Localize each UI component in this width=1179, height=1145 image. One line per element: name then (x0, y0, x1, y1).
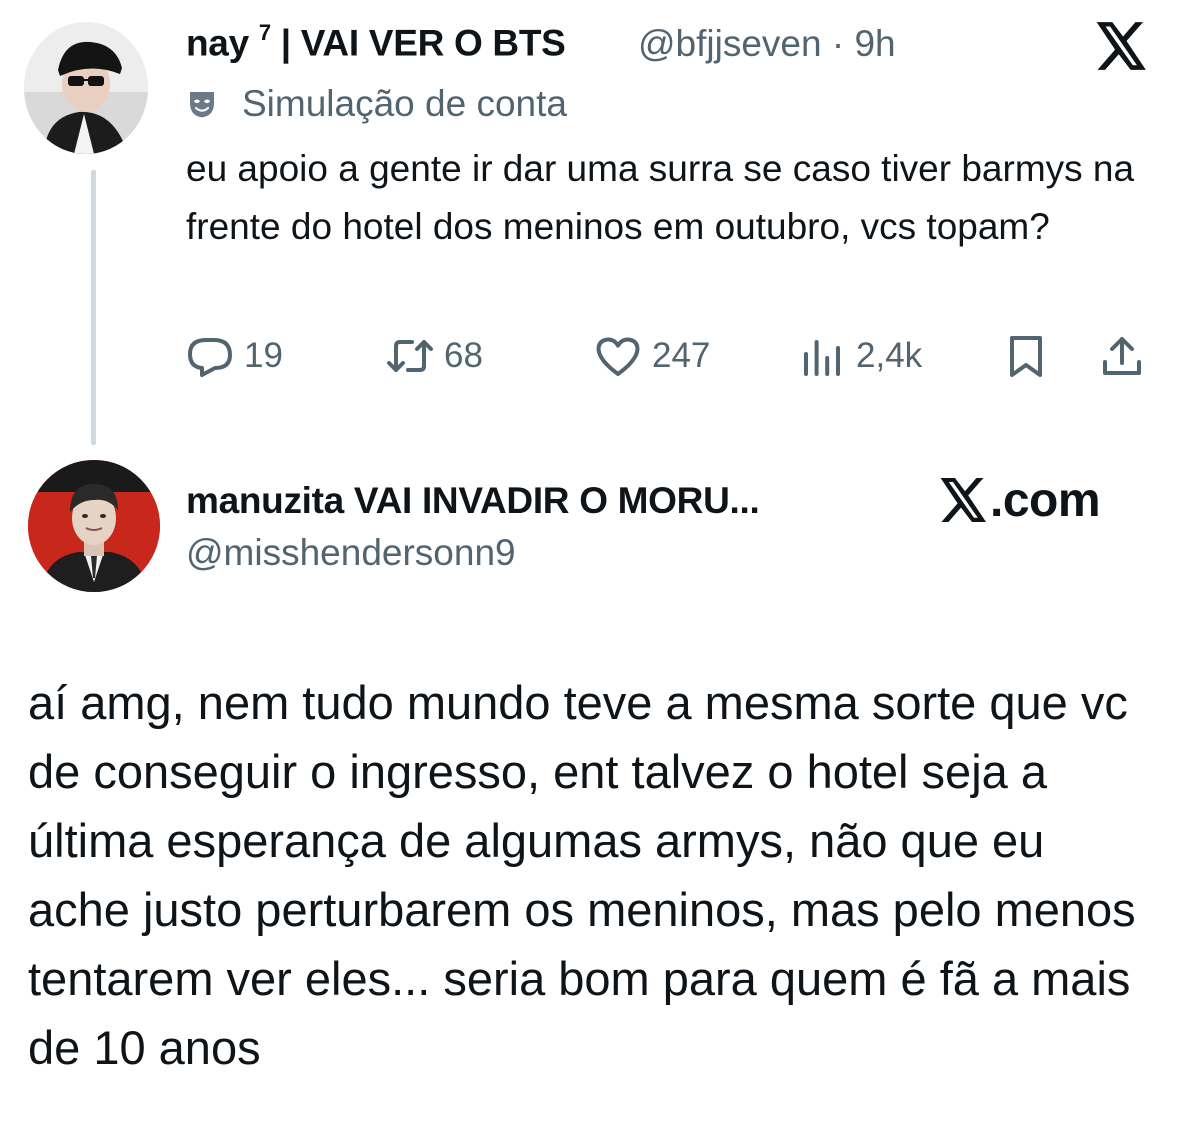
thread-connector-line (91, 170, 96, 445)
bookmark-button[interactable] (1002, 330, 1050, 382)
x-com-watermark: .com (940, 472, 1101, 528)
like-icon (596, 337, 640, 376)
tweet-actions-bar: 19 68 247 2,4k (186, 330, 1156, 382)
views-button[interactable]: 2,4k (798, 330, 922, 382)
share-button[interactable] (1098, 330, 1146, 382)
share-icon (1103, 337, 1141, 375)
like-button[interactable]: 247 (594, 330, 710, 382)
views-icon (804, 340, 840, 376)
reply-count: 19 (244, 336, 283, 375)
repost-icon (387, 340, 433, 372)
reply-icon (188, 338, 232, 377)
parody-mask-icon (190, 92, 214, 118)
bookmark-icon (1010, 336, 1042, 377)
tweet-text-1: eu apoio a gente ir dar uma surra se cas… (186, 148, 1135, 247)
avatar-manuzita[interactable] (28, 460, 160, 592)
x-logo-icon (940, 478, 986, 522)
repost-button[interactable]: 68 (386, 330, 483, 382)
display-name-2[interactable]: manuzita VAI INVADIR O MORU... (186, 480, 760, 522)
repost-count: 68 (444, 336, 483, 375)
handle-2[interactable]: @misshendersonn9 (186, 532, 516, 574)
x-logo-icon (1096, 22, 1148, 70)
handle-timestamp-1[interactable]: @bfjjseven · 9h (638, 23, 896, 65)
reply-button[interactable]: 19 (186, 330, 283, 382)
like-count: 247 (652, 336, 711, 375)
tweet-text-2: aí amg, nem tudo mundo teve a mesma sort… (28, 676, 1136, 1074)
views-count: 2,4k (856, 336, 923, 375)
display-name-1[interactable]: nay 7 | VAI VER O BTS (186, 20, 566, 64)
x-com-label: .com (990, 473, 1101, 527)
parody-account-label: Simulação de conta (186, 82, 567, 126)
avatar-nay[interactable] (24, 22, 148, 154)
parody-label-text: Simulação de conta (242, 83, 567, 124)
